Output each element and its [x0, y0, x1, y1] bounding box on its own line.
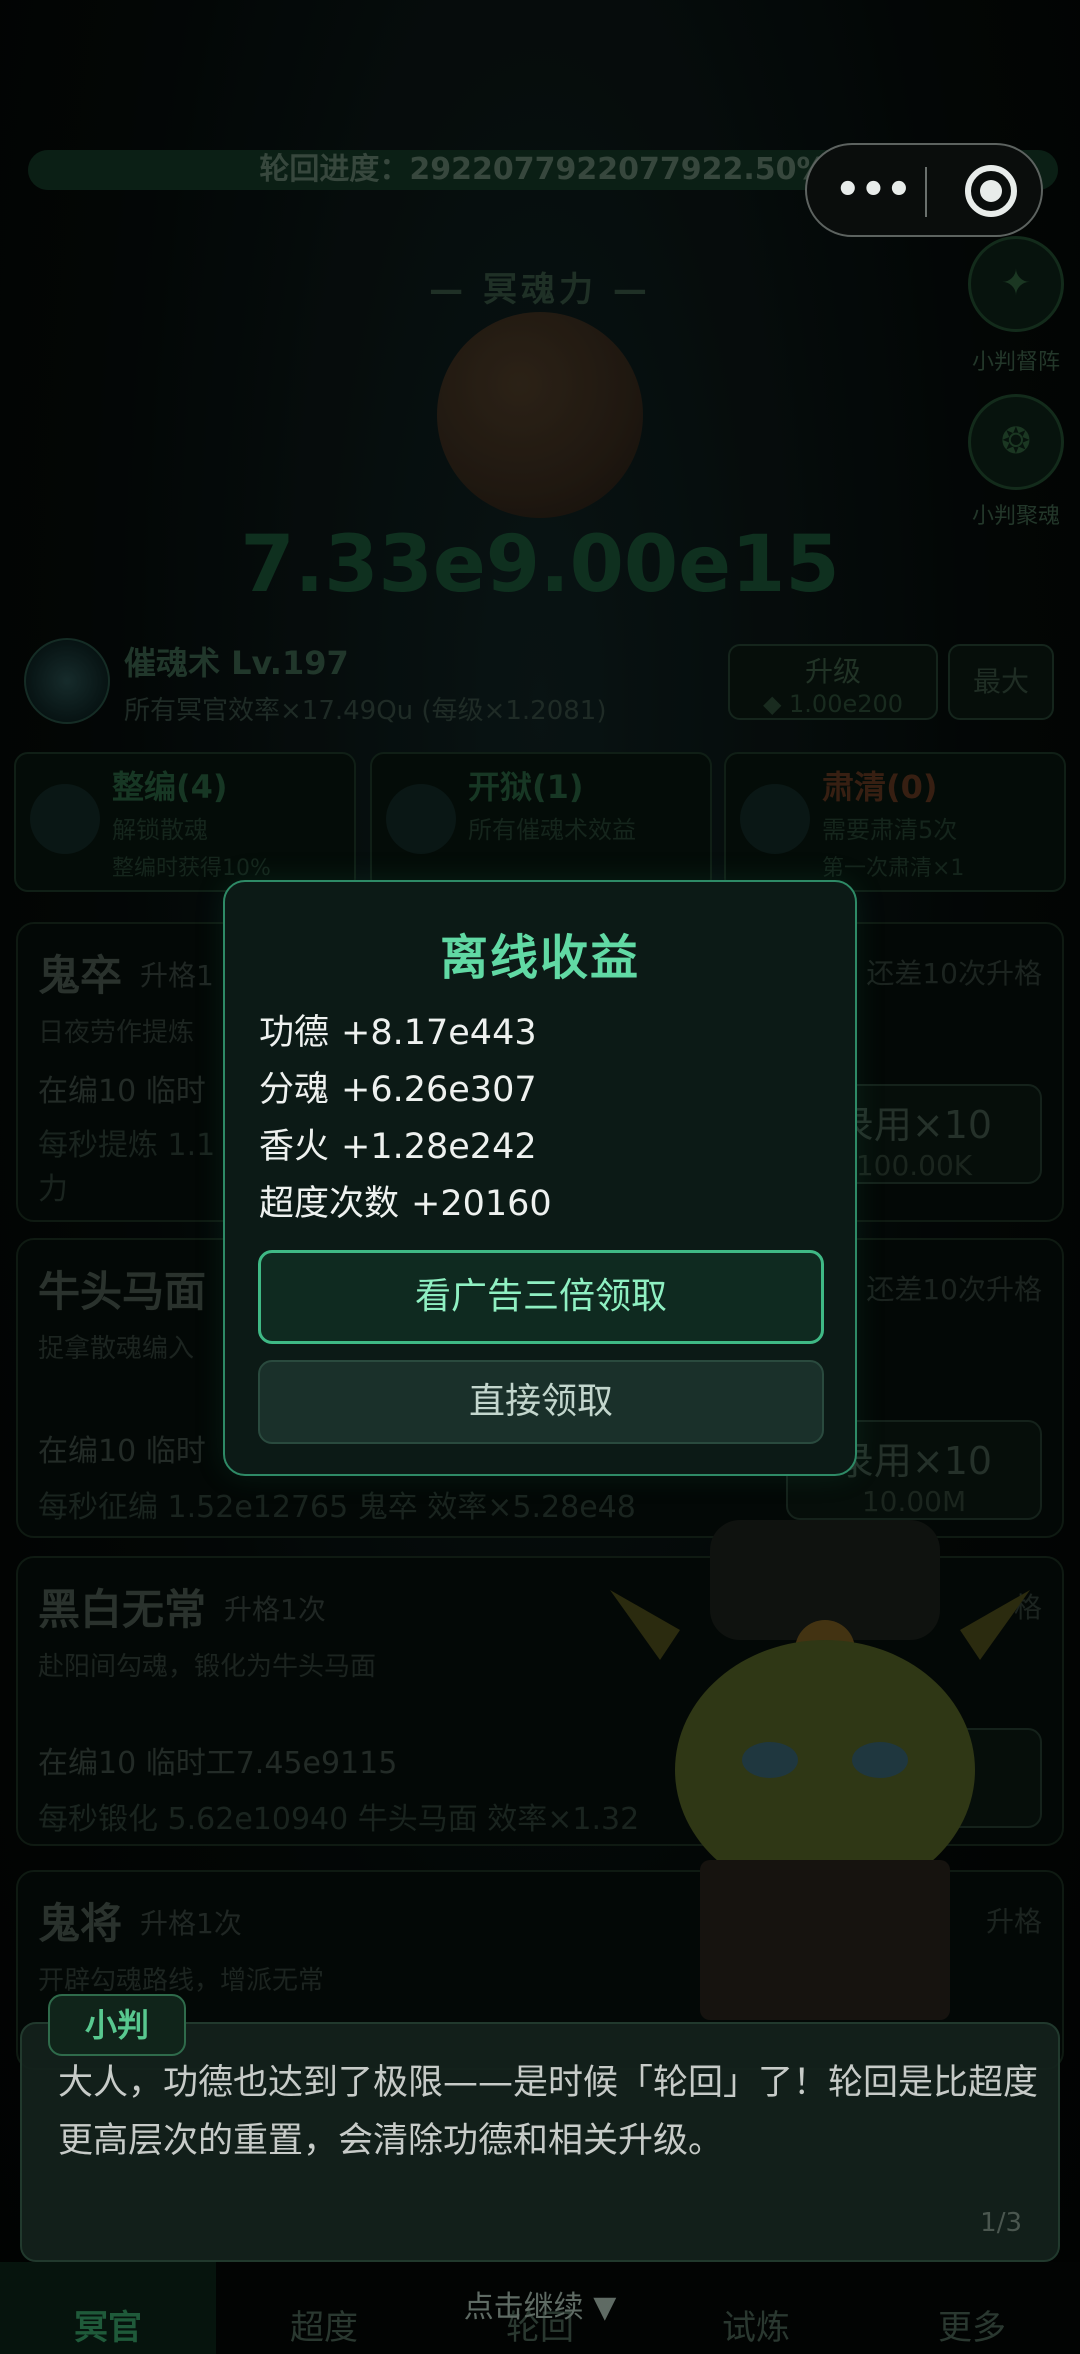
- watch-ad-triple-button[interactable]: 看广告三倍领取: [258, 1250, 824, 1344]
- reward-row-salvation: 超度次数 +20160: [259, 1175, 552, 1226]
- more-dots-icon[interactable]: •••: [835, 165, 912, 215]
- reward-label: 超度次数: [259, 1184, 400, 1224]
- reward-value: +8.17e443: [341, 1013, 537, 1053]
- claim-directly-button[interactable]: 直接领取: [258, 1360, 824, 1444]
- dialogue-page-indicator: 1/3: [980, 2208, 1022, 2238]
- reward-row-soul: 分魂 +6.26e307: [259, 1061, 537, 1112]
- reward-label: 功德: [259, 1013, 330, 1053]
- dialog-title: 离线收益: [439, 930, 640, 986]
- reward-row-merit: 功德 +8.17e443: [259, 1004, 537, 1055]
- dialogue-text: 大人，功德也达到了极限——是时候「轮回」了！轮回是比超度更高层次的重置，会清除功…: [58, 2063, 1039, 2161]
- reward-value: +20160: [411, 1184, 552, 1224]
- offline-rewards-dialog: 离线收益 功德 +8.17e443 分魂 +6.26e307 香火 +1.28e242…: [223, 880, 857, 1476]
- reward-value: +1.28e242: [341, 1127, 537, 1167]
- reward-value: +6.26e307: [341, 1070, 537, 1110]
- speaker-name-tag: 小判: [48, 1994, 186, 2056]
- reward-label: 香火: [259, 1127, 330, 1167]
- target-close-icon[interactable]: [965, 165, 1017, 217]
- click-to-continue-hint[interactable]: 点击继续 ▼: [0, 2282, 1080, 2326]
- mini-program-capsule: •••: [805, 143, 1043, 237]
- capsule-separator: [925, 167, 927, 217]
- dialogue-box[interactable]: 小判 大人，功德也达到了极限——是时候「轮回」了！轮回是比超度更高层次的重置，会…: [20, 1994, 1060, 2262]
- reward-row-incense: 香火 +1.28e242: [259, 1118, 537, 1169]
- reward-label: 分魂: [259, 1070, 330, 1110]
